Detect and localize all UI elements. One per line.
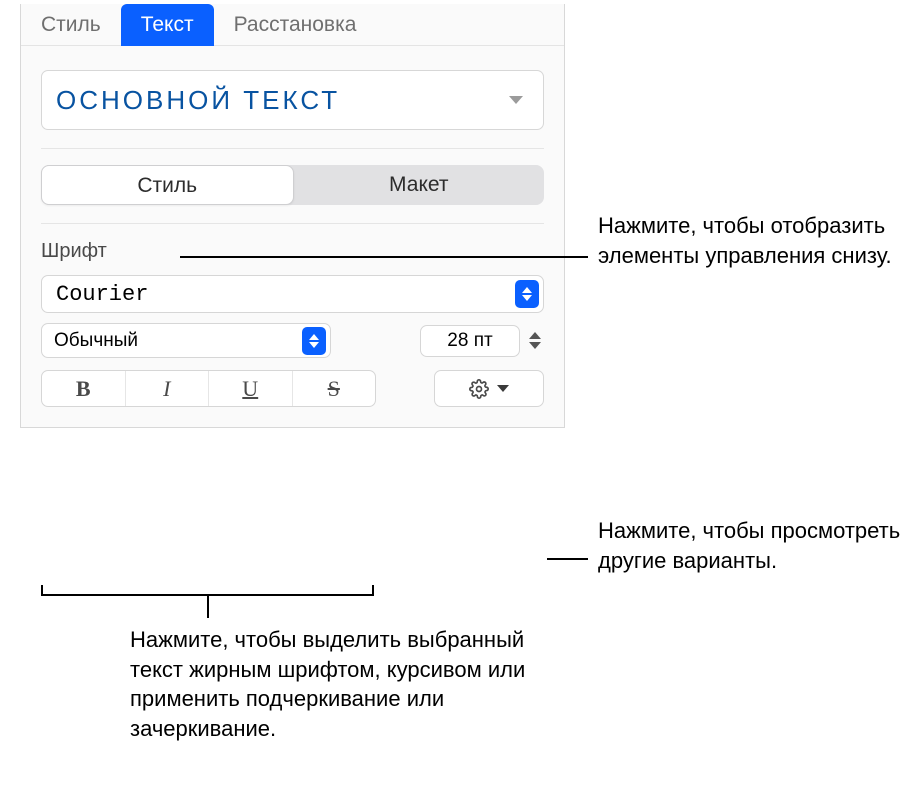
font-section-label: Шрифт — [41, 240, 544, 263]
text-style-button-group: B I U S — [41, 370, 376, 407]
callout-bius: Нажмите, чтобы выделить выбранный текст … — [130, 625, 550, 744]
paragraph-style-label: ОСНОВНОЙ ТЕКСТ — [56, 85, 340, 116]
paragraph-style-picker[interactable]: ОСНОВНОЙ ТЕКСТ — [41, 70, 544, 130]
callout-leader — [547, 558, 588, 560]
more-options-button[interactable] — [434, 370, 544, 407]
font-family-value: Courier — [56, 282, 148, 307]
tab-style[interactable]: Стиль — [21, 4, 121, 46]
subtabs-segmented: Стиль Макет — [41, 165, 544, 205]
callout-leader — [180, 256, 588, 258]
stepper-up-icon[interactable] — [529, 332, 541, 339]
tab-arrange[interactable]: Расстановка — [214, 4, 377, 46]
gear-icon — [469, 379, 489, 399]
bold-button[interactable]: B — [42, 371, 126, 406]
font-size-field[interactable]: 28 пт — [420, 325, 520, 357]
dropdown-stepper-icon — [515, 280, 539, 308]
divider — [41, 148, 544, 149]
italic-button[interactable]: I — [126, 371, 210, 406]
font-size-stepper[interactable] — [526, 325, 544, 357]
format-text-panel: Стиль Текст Расстановка ОСНОВНОЙ ТЕКСТ С… — [20, 4, 565, 428]
strikethrough-button[interactable]: S — [293, 371, 376, 406]
font-size-control: 28 пт — [420, 325, 544, 357]
stepper-down-icon[interactable] — [529, 342, 541, 349]
dropdown-stepper-icon — [302, 327, 326, 355]
font-family-picker[interactable]: Courier — [41, 275, 544, 313]
subtab-layout[interactable]: Макет — [294, 165, 545, 205]
underline-button[interactable]: U — [209, 371, 293, 406]
chevron-down-icon — [509, 96, 523, 104]
subtab-style[interactable]: Стиль — [41, 165, 294, 205]
primary-tabs: Стиль Текст Расстановка — [21, 4, 564, 46]
tab-text[interactable]: Текст — [121, 4, 214, 46]
font-face-picker[interactable]: Обычный — [41, 323, 331, 358]
chevron-down-icon — [497, 385, 509, 392]
font-size-value: 28 пт — [447, 330, 492, 352]
callout-more-options: Нажмите, чтобы просмотреть другие вариан… — [598, 516, 923, 575]
callout-subtabs: Нажмите, чтобы отобразить элементы управ… — [598, 211, 923, 270]
divider — [41, 223, 544, 224]
font-face-value: Обычный — [54, 330, 138, 352]
